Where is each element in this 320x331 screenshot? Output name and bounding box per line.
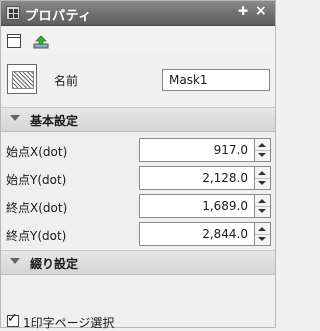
- spin-down-icon[interactable]: [258, 209, 266, 213]
- start-x-field[interactable]: 917.0: [139, 138, 255, 162]
- end-x-spinner[interactable]: [255, 194, 271, 218]
- spin-down-icon[interactable]: [258, 181, 266, 185]
- chevron-down-icon[interactable]: [10, 115, 20, 121]
- spin-up-icon[interactable]: [258, 227, 266, 231]
- spin-up-icon[interactable]: [258, 199, 266, 203]
- title-bar: プロパティ ✚ ×: [1, 1, 275, 26]
- properties-panel: プロパティ ✚ × 名前 Mask1 基本設定 始点X(dot) 917.0 始…: [0, 0, 276, 331]
- chevron-down-icon[interactable]: [10, 258, 20, 264]
- section-basic-label: 基本設定: [30, 114, 79, 128]
- property-label: 終点X(dot): [6, 201, 68, 215]
- window-title: プロパティ: [25, 9, 92, 24]
- checkmark-icon: ✓: [7, 311, 18, 326]
- section-binding-settings[interactable]: 綴り設定: [1, 250, 275, 275]
- toolbar: [1, 26, 275, 54]
- name-label: 名前: [54, 74, 79, 88]
- page-select-label[interactable]: 1印字ページ選択: [23, 314, 114, 331]
- start-y-spinner[interactable]: [255, 166, 271, 190]
- spin-up-icon[interactable]: [258, 171, 266, 175]
- property-label: 終点Y(dot): [6, 229, 67, 243]
- end-y-field[interactable]: 2,844.0: [139, 222, 255, 246]
- name-row: 名前 Mask1: [1, 57, 275, 103]
- spin-up-icon[interactable]: [258, 143, 266, 147]
- page-icon[interactable]: [7, 34, 21, 48]
- name-input[interactable]: Mask1: [162, 69, 270, 91]
- section-binding-label: 綴り設定: [30, 257, 79, 271]
- property-label: 始点X(dot): [6, 145, 68, 159]
- property-row-end-x: 終点X(dot) 1,689.0: [1, 192, 275, 220]
- property-label: 始点Y(dot): [6, 173, 67, 187]
- mask-object-icon: [7, 64, 37, 94]
- section-basic-settings[interactable]: 基本設定: [1, 107, 275, 132]
- end-x-field[interactable]: 1,689.0: [139, 194, 255, 218]
- end-y-spinner[interactable]: [255, 222, 271, 246]
- spin-down-icon[interactable]: [258, 153, 266, 157]
- close-icon[interactable]: ×: [255, 3, 267, 19]
- property-row-start-y: 始点Y(dot) 2,128.0: [1, 164, 275, 192]
- property-row-start-x: 始点X(dot) 917.0: [1, 136, 275, 164]
- spin-down-icon[interactable]: [258, 237, 266, 241]
- pin-icon[interactable]: ✚: [238, 4, 248, 18]
- start-y-field[interactable]: 2,128.0: [139, 166, 255, 190]
- page-select-checkbox[interactable]: ✓: [7, 311, 19, 327]
- property-row-end-y: 終点Y(dot) 2,844.0: [1, 220, 275, 248]
- start-x-spinner[interactable]: [255, 138, 271, 162]
- export-icon[interactable]: [33, 34, 49, 50]
- properties-icon: [6, 6, 20, 20]
